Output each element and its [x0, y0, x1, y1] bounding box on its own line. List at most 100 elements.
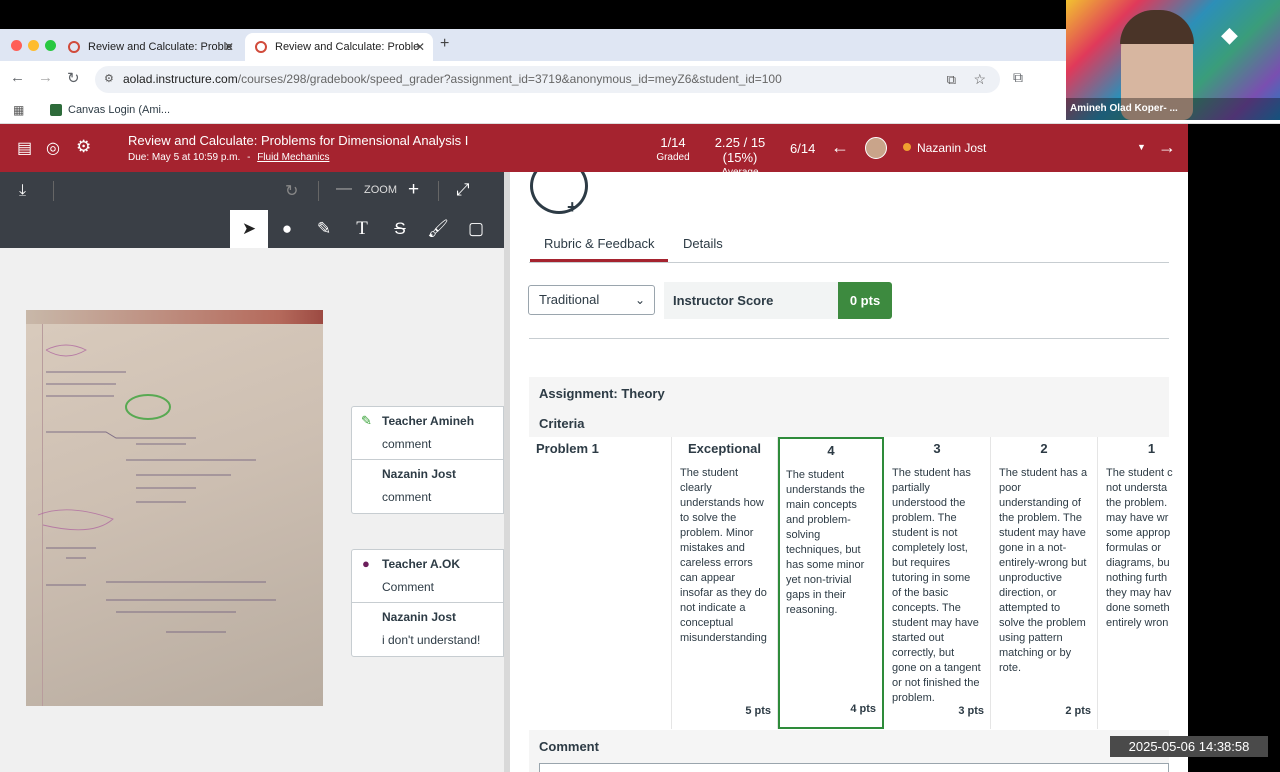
- bookmark-star-icon[interactable]: ☆: [973, 66, 986, 93]
- canvas-favicon-icon: [68, 41, 80, 53]
- rating-description: The student has partially understood the…: [892, 467, 981, 704]
- hide-names-icon[interactable]: ◎: [46, 138, 60, 158]
- toolbar-divider: [438, 181, 439, 201]
- student-dropdown-chevron-icon[interactable]: ▼: [1137, 142, 1146, 152]
- gradebook-icon[interactable]: ▤: [17, 138, 32, 158]
- rating-points: 5 pts: [745, 705, 771, 717]
- comment-reply[interactable]: Nazanin Jost i don't understand!: [352, 603, 503, 656]
- rating-title: 3: [933, 441, 941, 456]
- forward-icon[interactable]: →: [38, 69, 53, 86]
- meeting-logo-icon: ◆: [1221, 22, 1238, 47]
- back-icon[interactable]: ←: [10, 69, 25, 86]
- new-tab-icon[interactable]: +: [440, 35, 449, 53]
- apps-grid-icon[interactable]: ▦: [13, 103, 24, 117]
- zoom-out-icon[interactable]: —: [336, 180, 352, 198]
- rubric-assignment-title: Assignment: Theory: [539, 386, 665, 401]
- comment-entry[interactable]: ● Teacher A.OK Comment: [352, 550, 503, 603]
- toolbar-divider: [53, 181, 54, 201]
- reply-author: Nazanin Jost: [382, 467, 457, 481]
- rating-points: 3 pts: [958, 705, 984, 717]
- settings-gear-icon[interactable]: ⚙: [76, 137, 91, 157]
- rating-4-selected[interactable]: 4 The student understands the main conce…: [778, 437, 884, 729]
- tab-label: Review and Calculate: Proble: [275, 41, 420, 53]
- average-value: 2.25 / 15 (15%): [714, 135, 766, 165]
- download-icon[interactable]: ⤓: [19, 182, 26, 200]
- zoom-in-icon[interactable]: +: [408, 179, 419, 201]
- student-name-select[interactable]: Nazanin Jost: [917, 141, 986, 155]
- install-app-icon[interactable]: ⧉: [947, 66, 956, 93]
- site-settings-icon[interactable]: ⚙: [104, 66, 114, 93]
- pen-annotation-icon: ✎: [361, 413, 372, 428]
- tabs-divider: [529, 262, 1169, 263]
- area-tool-icon[interactable]: ▢: [457, 210, 495, 248]
- rubric-comment-input[interactable]: [539, 763, 1169, 772]
- select-tool-icon[interactable]: ➤: [230, 210, 268, 248]
- strikeout-tool-icon[interactable]: S: [381, 210, 419, 248]
- tab-details[interactable]: Details: [683, 236, 723, 251]
- url-input[interactable]: ⚙ aolad.instructure.com/courses/298/grad…: [95, 66, 1000, 93]
- rating-1[interactable]: 1 The student c not understa the problem…: [1098, 437, 1188, 729]
- rating-title: Exceptional: [688, 441, 761, 456]
- previous-student-arrow-icon[interactable]: ←: [831, 137, 849, 158]
- rotate-icon[interactable]: ↻: [285, 181, 298, 201]
- assignment-title[interactable]: Review and Calculate: Problems for Dimen…: [128, 133, 468, 148]
- comment-text: comment: [382, 437, 432, 451]
- freedraw-brush-icon[interactable]: 🖌: [419, 210, 457, 248]
- tab-rubric-feedback[interactable]: Rubric & Feedback: [544, 236, 655, 251]
- student-position: 6/14: [790, 141, 816, 156]
- criteria-label: Criteria: [539, 416, 585, 431]
- tab-close-icon[interactable]: ✕: [415, 33, 425, 61]
- comment-entry[interactable]: ✎ Teacher Amineh comment: [352, 407, 503, 460]
- due-date: Due: May 5 at 10:59 p.m.: [128, 152, 241, 163]
- rating-description: The student understands the main concept…: [786, 469, 865, 616]
- canvas-favicon-icon: [255, 41, 267, 53]
- bookmark-favicon-icon: [50, 104, 62, 116]
- rating-title: 4: [827, 443, 835, 458]
- url-host: aolad.instructure.com: [123, 72, 238, 86]
- document-toolbar: ⤓ ↻ — ZOOM + ⤢: [0, 172, 504, 210]
- grading-pane: + Rubric & Feedback Details Traditional …: [510, 172, 1188, 772]
- due-line: Due: May 5 at 10:59 p.m. - Fluid Mechani…: [128, 152, 329, 163]
- pin-annotation-icon: ●: [362, 556, 370, 571]
- rating-2[interactable]: 2 The student has a poor understanding o…: [991, 437, 1098, 729]
- document-pane: ✎ Teacher Amineh comment Nazanin Jost co…: [0, 248, 504, 772]
- speedgrader-header: ▤ ◎ ⚙ Review and Calculate: Problems for…: [0, 124, 1188, 178]
- comment-text: Comment: [382, 580, 435, 594]
- rating-exceptional[interactable]: Exceptional The student clearly understa…: [671, 437, 778, 729]
- extensions-icon[interactable]: ⧉: [1013, 69, 1023, 86]
- window-maximize-dot[interactable]: [45, 40, 56, 51]
- section-divider: [529, 338, 1169, 339]
- graded-count: 1/14: [660, 135, 686, 150]
- point-annotation-icon[interactable]: ●: [268, 210, 306, 248]
- comment-thread-1: ✎ Teacher Amineh comment Nazanin Jost co…: [351, 406, 504, 514]
- rating-description: The student has a poor understanding of …: [999, 467, 1088, 674]
- tab-close-icon[interactable]: ✕: [224, 33, 234, 61]
- submission-photo[interactable]: [26, 310, 323, 706]
- rating-3[interactable]: 3 The student has partially understood t…: [884, 437, 991, 729]
- rubric-panel: Assignment: Theory Criteria Problem 1 Ex…: [529, 377, 1173, 772]
- comment-thread-2: ● Teacher A.OK Comment Nazanin Jost i do…: [351, 549, 504, 657]
- graded-label: Graded: [656, 152, 690, 163]
- browser-tab-1[interactable]: Review and Calculate: Proble ✕: [58, 33, 242, 61]
- toolbar-divider: [318, 181, 319, 201]
- course-link[interactable]: Fluid Mechanics: [257, 152, 329, 163]
- handwriting-sketch: [37, 344, 276, 633]
- rubric-avatar-icon: +: [530, 172, 588, 217]
- video-thumbnail[interactable]: ◆ Amineh Olad Koper- ...: [1066, 0, 1280, 120]
- reload-icon[interactable]: ↻: [67, 69, 80, 87]
- fullscreen-icon[interactable]: ⤢: [456, 180, 470, 200]
- window-close-dot[interactable]: [11, 40, 22, 51]
- highlight-pen-icon[interactable]: ✎: [305, 210, 343, 248]
- next-student-arrow-icon[interactable]: →: [1158, 137, 1176, 158]
- instructor-score-label: Instructor Score: [664, 282, 838, 319]
- student-status-dot: [903, 143, 911, 151]
- zoom-label: ZOOM: [364, 184, 397, 196]
- browser-tab-2[interactable]: Review and Calculate: Proble ✕: [245, 33, 433, 61]
- rating-description: The student c not understa the problem. …: [1106, 467, 1173, 629]
- rating-description: The student clearly understands how to s…: [680, 467, 767, 644]
- grading-mode-select[interactable]: Traditional ⌄: [528, 285, 655, 315]
- comment-reply[interactable]: Nazanin Jost comment: [352, 460, 503, 513]
- window-minimize-dot[interactable]: [28, 40, 39, 51]
- text-tool-icon[interactable]: T: [343, 210, 381, 248]
- bookmark-canvas-login[interactable]: Canvas Login (Ami...: [68, 104, 170, 116]
